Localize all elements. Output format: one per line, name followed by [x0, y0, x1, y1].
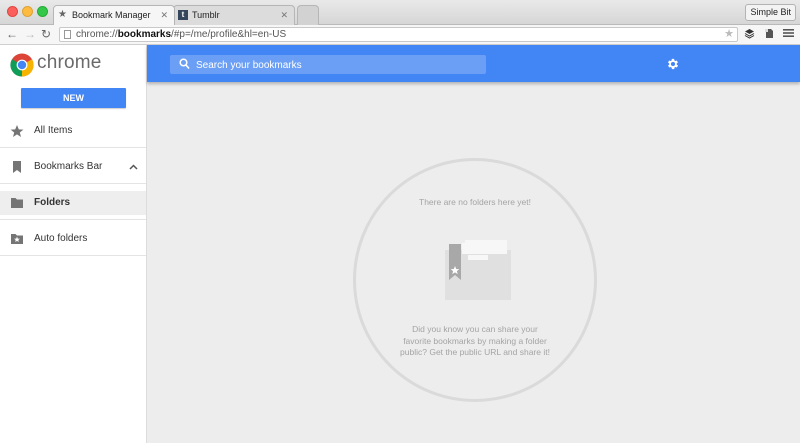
sidebar-item-bookmarks-bar[interactable]: Bookmarks Bar [0, 155, 146, 179]
reload-icon[interactable]: ↻ [41, 27, 51, 41]
empty-state: There are no folders here yet! Did you k… [353, 158, 597, 402]
search-box[interactable] [170, 55, 486, 76]
evernote-extension-icon[interactable] [764, 28, 774, 43]
divider [0, 219, 146, 220]
bookmark-icon [10, 155, 26, 179]
search-input[interactable] [194, 55, 483, 76]
forward-arrow-icon[interactable]: → [24, 27, 36, 41]
sidebar-item-auto-folders[interactable]: Auto folders [0, 227, 146, 251]
sidebar-item-all-items[interactable]: All Items [0, 119, 146, 143]
folder-icon [10, 191, 26, 215]
divider [0, 147, 146, 148]
close-tab-icon[interactable]: ✕ [160, 6, 168, 24]
minimize-window-button[interactable] [22, 6, 33, 17]
tab-bookmark-manager[interactable]: ★ Bookmark Manager ✕ [53, 5, 175, 25]
sidebar-item-label: All Items [34, 125, 73, 136]
search-icon [179, 58, 190, 70]
profile-button[interactable]: Simple Bit [745, 4, 796, 21]
new-button[interactable]: NEW [21, 88, 126, 108]
window-titlebar: ★ Bookmark Manager ✕ t Tumblr ✕ Simple B… [0, 0, 800, 25]
logo-text: chrome [37, 52, 102, 73]
star-icon: ★ [58, 9, 67, 20]
close-tab-icon[interactable]: ✕ [280, 6, 288, 24]
tab-title: Bookmark Manager [72, 10, 151, 20]
sidebar-item-label: Auto folders [34, 233, 88, 244]
browser-toolbar: ← → ↻ chrome://bookmarks/#p=/me/profile&… [0, 25, 800, 45]
bookmark-star-icon[interactable]: ★ [724, 28, 734, 41]
close-window-button[interactable] [7, 6, 18, 17]
main-content: There are no folders here yet! Did you k… [147, 82, 800, 443]
menu-icon[interactable] [783, 28, 794, 42]
tab-title: Tumblr [192, 10, 220, 20]
page-icon [64, 30, 71, 39]
gear-icon[interactable] [666, 57, 680, 71]
star-icon [10, 119, 26, 143]
divider [0, 183, 146, 184]
sidebar-item-label: Bookmarks Bar [34, 161, 103, 172]
sidebar: chrome NEW All Items Bookmarks Bar Folde… [0, 45, 147, 443]
empty-state-hint: Did you know you can share your favorite… [400, 324, 550, 357]
layers-extension-icon[interactable] [744, 28, 755, 43]
tab-tumblr[interactable]: t Tumblr ✕ [173, 5, 295, 25]
address-bar[interactable]: chrome://bookmarks/#p=/me/profile&hl=en-… [59, 27, 738, 42]
sidebar-item-label: Folders [34, 197, 71, 208]
star-folder-icon [10, 227, 26, 251]
tumblr-icon: t [178, 10, 188, 20]
empty-state-title: There are no folders here yet! [419, 197, 531, 207]
back-arrow-icon[interactable]: ← [6, 27, 18, 41]
folder-illustration-icon [445, 240, 511, 300]
new-tab-button[interactable] [297, 5, 319, 25]
search-header [147, 45, 800, 82]
maximize-window-button[interactable] [37, 6, 48, 17]
chrome-logo-icon [10, 53, 34, 77]
url-text: chrome://bookmarks/#p=/me/profile&hl=en-… [76, 29, 287, 40]
sidebar-item-folders[interactable]: Folders [0, 191, 146, 215]
divider [0, 255, 146, 256]
